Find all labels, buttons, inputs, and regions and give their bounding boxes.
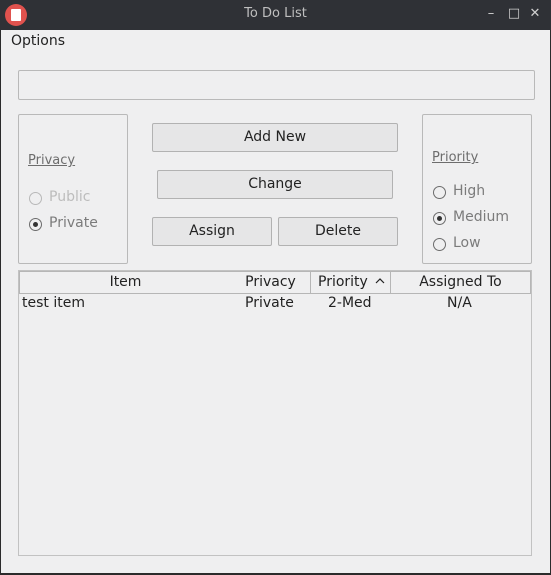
radio-high[interactable] <box>433 186 446 199</box>
radio-medium-label: Medium <box>453 209 509 225</box>
radio-low[interactable] <box>433 238 446 251</box>
close-icon[interactable]: ✕ <box>528 7 542 21</box>
cell-assigned-to: N/A <box>447 295 472 311</box>
delete-button[interactable]: Delete <box>278 217 398 246</box>
menu-bar: Options <box>1 30 550 54</box>
privacy-group: Privacy Public Private <box>18 114 128 264</box>
column-header-privacy[interactable]: Privacy <box>231 271 311 294</box>
column-header-priority[interactable]: Priority <box>311 271 391 294</box>
add-new-button[interactable]: Add New <box>152 123 398 152</box>
assign-button[interactable]: Assign <box>152 217 272 246</box>
radio-low-label: Low <box>453 235 481 251</box>
radio-medium[interactable] <box>433 212 446 225</box>
column-header-item[interactable]: Item <box>19 271 232 294</box>
title-bar[interactable]: To Do List – □ ✕ <box>0 0 551 30</box>
priority-group-title: Priority <box>432 150 479 165</box>
column-header-assigned-to[interactable]: Assigned To <box>391 271 531 294</box>
minimize-icon[interactable]: – <box>484 7 498 21</box>
radio-public-label: Public <box>49 189 91 205</box>
change-button[interactable]: Change <box>157 170 393 199</box>
cell-priority: 2-Med <box>328 295 372 311</box>
privacy-group-title: Privacy <box>28 153 76 168</box>
main-window: Options Privacy Public Private Add New C… <box>1 30 550 573</box>
todo-table[interactable]: Item Privacy Priority Assigned To test i… <box>18 270 532 556</box>
table-row[interactable]: test item Private 2-Med N/A <box>19 295 531 315</box>
item-text-input[interactable] <box>18 70 535 100</box>
cell-privacy: Private <box>245 295 294 311</box>
column-header-priority-label: Priority <box>318 274 368 290</box>
radio-public <box>29 192 42 205</box>
sort-ascending-icon <box>375 278 385 284</box>
cell-item: test item <box>22 295 85 311</box>
window-title: To Do List <box>244 6 307 21</box>
radio-private-label: Private <box>49 215 98 231</box>
radio-private[interactable] <box>29 218 42 231</box>
radio-high-label: High <box>453 183 486 199</box>
priority-group: Priority High Medium Low <box>422 114 532 264</box>
menu-options[interactable]: Options <box>11 33 65 49</box>
table-header: Item Privacy Priority Assigned To <box>19 271 531 294</box>
maximize-icon[interactable]: □ <box>507 7 521 21</box>
